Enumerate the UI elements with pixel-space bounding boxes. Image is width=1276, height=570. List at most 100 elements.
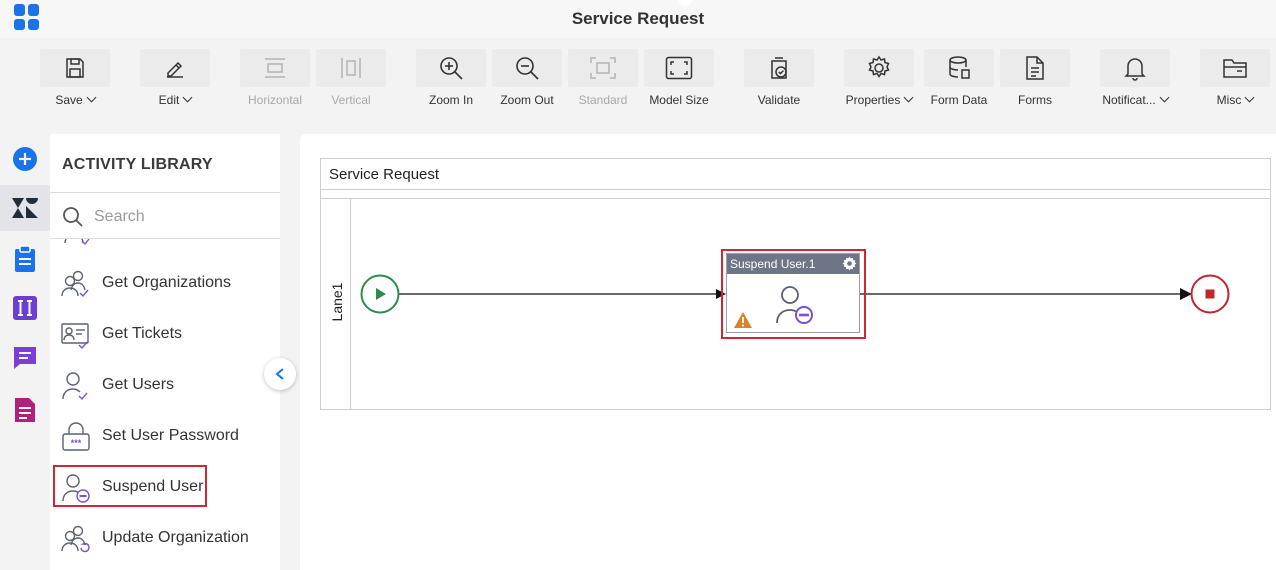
horizontal-button[interactable]: Horizontal	[240, 49, 310, 109]
model-size-button[interactable]: Model Size	[644, 49, 714, 109]
zoom-out-icon	[516, 57, 539, 80]
forms-icon	[1026, 56, 1044, 80]
users-check-icon	[61, 270, 89, 298]
library-heading: ACTIVITY LIBRARY	[62, 156, 213, 173]
forms-button[interactable]: Forms	[1000, 49, 1070, 109]
rail-messages-button[interactable]	[0, 335, 50, 381]
edit-button[interactable]: Edit	[140, 49, 210, 109]
standard-button[interactable]: Standard	[568, 49, 638, 109]
vertical-layout-icon	[341, 58, 361, 78]
left-rail	[0, 134, 50, 570]
standard-size-icon	[590, 57, 616, 79]
divider	[321, 198, 1270, 199]
edit-label: Edit	[158, 93, 180, 107]
warning-icon[interactable]	[733, 311, 753, 329]
misc-label: Misc	[1216, 93, 1242, 107]
lane-label: Lane1	[329, 282, 345, 322]
ticket-check-icon	[61, 323, 89, 350]
rail-add-button[interactable]	[0, 136, 50, 182]
library-item-get-tickets[interactable]: Get Tickets	[50, 312, 280, 358]
chevron-down-icon	[903, 92, 914, 103]
task-suspend-user[interactable]: Suspend User.1	[726, 253, 860, 333]
divider	[321, 189, 1270, 190]
pool-title: Service Request	[329, 166, 440, 183]
title-bar: Service Request	[0, 0, 1276, 38]
gear-icon	[868, 55, 890, 78]
zoom-out-button[interactable]: Zoom Out	[492, 49, 562, 109]
collapse-panel-button[interactable]	[264, 358, 296, 390]
user-suspend-icon	[62, 474, 90, 503]
library-item-label: Get Users	[102, 376, 175, 393]
validate-button[interactable]: Validate	[744, 49, 814, 109]
rail-zendesk-button[interactable]	[0, 185, 50, 231]
notifications-label: Notificat...	[1102, 93, 1156, 107]
document-icon	[15, 398, 35, 422]
library-item-label: Get Organizations	[102, 274, 231, 291]
chevron-down-icon	[182, 92, 193, 103]
title-notch	[678, 0, 692, 6]
library-item-label: Suspend User	[102, 478, 204, 495]
library-item-label: Get Tickets	[102, 325, 183, 342]
end-event[interactable]	[1189, 273, 1231, 315]
forms-label: Forms	[1018, 93, 1052, 107]
activity-library: ACTIVITY LIBRARY Get Organizations Get T…	[50, 134, 280, 570]
vertical-label: Vertical	[331, 93, 371, 107]
lane-header[interactable]: Lane1	[321, 199, 351, 409]
zoom-in-icon	[440, 57, 463, 80]
pencil-icon	[167, 61, 183, 78]
library-item-set-user-password[interactable]: *** Set User Password	[50, 414, 280, 460]
users-refresh-icon	[61, 525, 90, 553]
save-button[interactable]: Save	[40, 49, 110, 109]
misc-button[interactable]: Misc	[1200, 49, 1270, 109]
search-icon	[63, 207, 83, 227]
rail-tasks-button[interactable]	[0, 236, 50, 282]
plus-circle-icon	[13, 147, 37, 171]
password-lock-icon: ***	[62, 422, 90, 451]
folder-icon	[1223, 59, 1247, 78]
notifications-button[interactable]: Notificat...	[1100, 49, 1170, 109]
model-size-label: Model Size	[649, 93, 709, 107]
validate-label: Validate	[757, 93, 801, 107]
zoom-in-button[interactable]: Zoom In	[416, 49, 486, 109]
library-item-get-users[interactable]: Get Users	[50, 363, 280, 409]
rail-documents-button[interactable]	[0, 387, 50, 433]
chevron-down-icon	[1244, 92, 1255, 103]
chevron-left-icon	[275, 368, 284, 380]
library-item-label: Update Organization	[102, 529, 249, 546]
window-title: Service Request	[571, 9, 705, 28]
save-icon	[66, 58, 84, 78]
toolbar: Save Edit Horizontal Vertical Zoom In Zo…	[0, 38, 1276, 114]
form-data-button[interactable]: Form Data	[924, 49, 994, 109]
horizontal-layout-icon	[265, 58, 285, 78]
library-item-get-organizations[interactable]: Get Organizations	[50, 261, 280, 307]
user-suspend-icon	[776, 286, 813, 324]
gear-icon[interactable]	[842, 256, 857, 271]
clipboard-icon	[15, 245, 35, 272]
rail-integration-button[interactable]	[0, 285, 50, 331]
properties-label: Properties	[845, 93, 901, 107]
partial-item-icon	[64, 239, 90, 246]
library-item-update-organization[interactable]: Update Organization	[50, 516, 280, 562]
task-title: Suspend User.1	[730, 257, 816, 271]
chevron-down-icon	[1159, 92, 1170, 103]
properties-button[interactable]: Properties	[844, 49, 914, 109]
vertical-button[interactable]: Vertical	[316, 49, 386, 109]
chevron-down-icon	[86, 92, 97, 103]
integration-icon	[13, 296, 37, 320]
chat-icon	[14, 347, 36, 369]
database-icon	[949, 56, 970, 79]
library-item-label: Set User Password	[102, 427, 239, 444]
library-search-input[interactable]	[94, 204, 264, 230]
stop-icon	[1205, 289, 1215, 299]
validate-icon	[771, 57, 787, 79]
activity-list: Get Organizations Get Tickets Get Users …	[50, 239, 280, 570]
zendesk-icon	[12, 198, 38, 218]
fit-screen-icon	[665, 56, 693, 80]
svg-text:***: ***	[71, 438, 82, 448]
bell-icon	[1124, 58, 1146, 81]
user-check-icon	[62, 372, 88, 401]
divider	[50, 192, 280, 193]
start-event[interactable]	[359, 273, 401, 315]
task-header: Suspend User.1	[727, 254, 859, 274]
library-item-suspend-user[interactable]: Suspend User	[50, 465, 280, 511]
